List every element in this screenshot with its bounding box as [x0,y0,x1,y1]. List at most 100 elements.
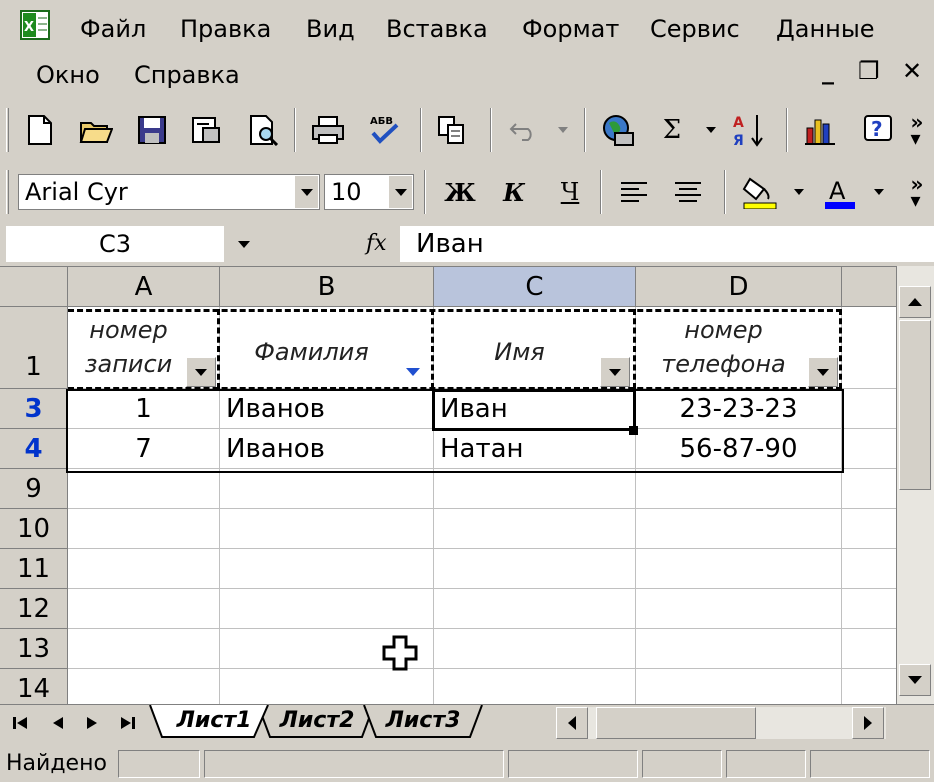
chevron-down-icon[interactable] [388,176,412,208]
cell-phone[interactable] [636,549,842,589]
prev-sheet-icon[interactable] [44,709,72,737]
cell-surname[interactable] [220,589,434,629]
formula-input[interactable]: Иван [400,226,934,262]
empty-cell[interactable] [842,389,896,429]
undo-icon[interactable] [504,110,544,150]
toolbar-grip[interactable] [6,170,9,214]
spelling-icon[interactable]: АБВ [364,110,404,150]
sort-icon[interactable]: АЯ [728,110,768,150]
restore-button[interactable]: ❐ [858,56,880,86]
cell-record-number[interactable] [68,629,220,669]
permission-icon[interactable] [186,110,226,150]
menu-tools[interactable]: Сервис [650,14,740,44]
cell-name[interactable]: Иван [434,389,636,429]
menu-window[interactable]: Окно [36,60,100,90]
empty-cell[interactable] [842,669,896,704]
fill-color-icon[interactable] [740,172,780,212]
menu-format[interactable]: Формат [522,14,619,44]
autofilter-b-active-icon[interactable] [398,357,428,387]
empty-cell[interactable] [842,429,896,469]
menu-insert[interactable]: Вставка [386,14,488,44]
cell-record-number[interactable] [68,469,220,509]
undo-dropdown-icon[interactable] [556,118,570,142]
autosum-icon[interactable]: Σ [652,110,692,150]
cell-phone[interactable] [636,629,842,669]
help-icon[interactable]: ? [858,110,898,150]
row-header-9[interactable]: 9 [0,469,68,509]
save-icon[interactable] [132,110,172,150]
cell-phone[interactable]: 56-87-90 [636,429,842,469]
last-sheet-icon[interactable] [114,709,142,737]
row-header-13[interactable]: 13 [0,629,68,669]
chevron-down-icon[interactable] [294,176,318,208]
row-header-11[interactable]: 11 [0,549,68,589]
italic-button[interactable]: К [494,172,534,212]
cell-phone[interactable] [636,589,842,629]
close-button[interactable]: ✕ [902,56,922,86]
row-header-12[interactable]: 12 [0,589,68,629]
column-header-e[interactable] [842,267,896,307]
align-center-icon[interactable] [668,172,708,212]
menu-view[interactable]: Вид [306,14,355,44]
fill-handle[interactable] [629,426,638,435]
first-sheet-icon[interactable] [6,709,34,737]
toolbar-options-icon[interactable]: » ▾ [900,110,934,150]
cell-phone[interactable] [636,509,842,549]
fill-color-dropdown-icon[interactable] [792,180,806,204]
horizontal-scrollbar[interactable] [556,707,886,739]
cell-phone[interactable]: 23-23-23 [636,389,842,429]
print-preview-icon[interactable] [244,110,284,150]
column-header-c[interactable]: C [434,267,636,307]
menu-file[interactable]: Файл [80,14,146,44]
cell-record-number[interactable] [68,509,220,549]
menu-help[interactable]: Справка [134,60,240,90]
cell-record-number[interactable] [68,589,220,629]
cell-name[interactable] [434,589,636,629]
cell-name[interactable] [434,469,636,509]
vertical-scroll-thumb[interactable] [899,320,931,490]
open-icon[interactable] [76,110,116,150]
cell-surname[interactable] [220,469,434,509]
autofilter-d-icon[interactable] [808,357,838,387]
row-header-4[interactable]: 4 [0,429,68,469]
minimize-button[interactable]: _ [822,56,834,86]
cell-name[interactable] [434,549,636,589]
cell-name[interactable] [434,629,636,669]
scroll-left-icon[interactable] [556,707,588,739]
row-header-10[interactable]: 10 [0,509,68,549]
cell-surname[interactable]: Иванов [220,389,434,429]
excel-app-icon[interactable]: X [20,10,50,40]
chevron-down-icon[interactable] [232,232,256,256]
cell-phone[interactable] [636,669,842,704]
empty-cell[interactable] [842,549,896,589]
menu-data[interactable]: Данные [776,14,875,44]
select-all-button[interactable] [0,267,68,307]
cell-name[interactable]: Натан [434,429,636,469]
empty-cell[interactable] [842,307,896,389]
insert-function-icon[interactable]: fx [366,226,396,262]
name-box[interactable]: C3 [6,226,224,262]
cell-name[interactable] [434,509,636,549]
vertical-scrollbar[interactable] [896,266,934,704]
font-color-dropdown-icon[interactable] [872,180,886,204]
row-header-14[interactable]: 14 [0,669,68,704]
cell-surname[interactable] [220,549,434,589]
cell-record-number[interactable] [68,549,220,589]
print-icon[interactable] [308,110,348,150]
autosum-dropdown-icon[interactable] [704,118,718,142]
cell-phone[interactable] [636,469,842,509]
underline-button[interactable]: Ч [550,172,590,212]
sheet-tab-1[interactable]: Лист1 [162,705,266,737]
horizontal-scroll-thumb[interactable] [596,707,756,739]
align-left-icon[interactable] [614,172,654,212]
row-header-1[interactable]: 1 [0,307,68,389]
new-icon[interactable] [20,110,60,150]
column-header-a[interactable]: A [68,267,220,307]
autofilter-a-icon[interactable] [186,357,216,387]
scroll-up-icon[interactable] [899,286,931,318]
sheet-tab-2[interactable]: Лист2 [272,705,362,737]
column-header-b[interactable]: B [220,267,434,307]
empty-cell[interactable] [842,509,896,549]
font-color-icon[interactable]: A [820,172,860,212]
next-sheet-icon[interactable] [78,709,106,737]
